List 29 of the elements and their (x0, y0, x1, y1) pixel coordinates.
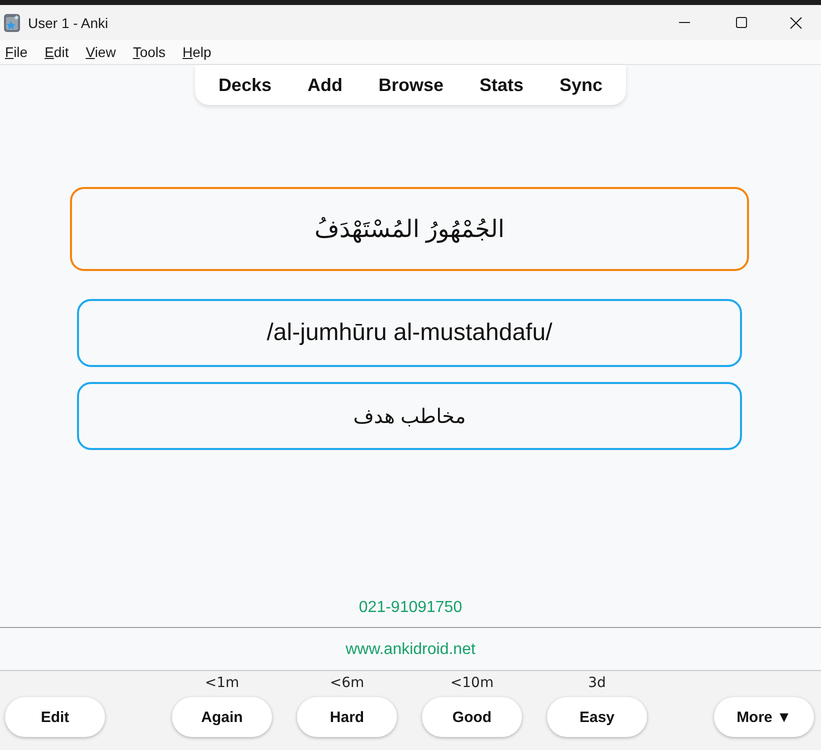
answer-button[interactable]: Again (172, 697, 272, 737)
toolbar-link[interactable]: Sync (542, 74, 621, 96)
answer-button[interactable]: Good (422, 697, 522, 737)
more-button[interactable]: More ▼ (714, 697, 814, 737)
question-card: الجُمْهُورُ المُسْتَهْدَفُ (70, 187, 749, 271)
phone-number: 021-91091750 (358, 598, 462, 617)
interval-label: <10m (450, 674, 494, 693)
edit-button[interactable]: Edit (5, 697, 105, 737)
window-title: User 1 - Anki (28, 14, 108, 30)
interval-label: <6m (330, 674, 364, 693)
close-icon[interactable] (790, 16, 802, 28)
answer-button[interactable]: Hard (297, 697, 397, 737)
answer-card: /al-jumhūru al-mustahdafu/ (77, 299, 742, 367)
menu-item[interactable]: Help (182, 43, 212, 61)
menu-item[interactable]: File (5, 43, 28, 61)
website-text: www.ankidroid.net (346, 640, 476, 658)
menu-item[interactable]: View (86, 43, 116, 61)
toolbar-link[interactable]: Stats (462, 74, 542, 96)
app-icon (4, 14, 20, 32)
interval-label: 3d (588, 674, 606, 693)
answer-card: مخاطب هدف (77, 382, 742, 450)
toolbar-link[interactable]: Browse (360, 74, 462, 96)
toolbar-link[interactable]: Add (289, 74, 360, 96)
interval-label: <1m (204, 674, 240, 693)
answer-button[interactable]: Easy (547, 697, 647, 737)
menu-item[interactable]: Edit (44, 43, 69, 61)
toolbar-link[interactable]: Decks (200, 74, 290, 96)
maximize-icon[interactable] (736, 17, 747, 28)
menu-item[interactable]: Tools (132, 43, 166, 61)
